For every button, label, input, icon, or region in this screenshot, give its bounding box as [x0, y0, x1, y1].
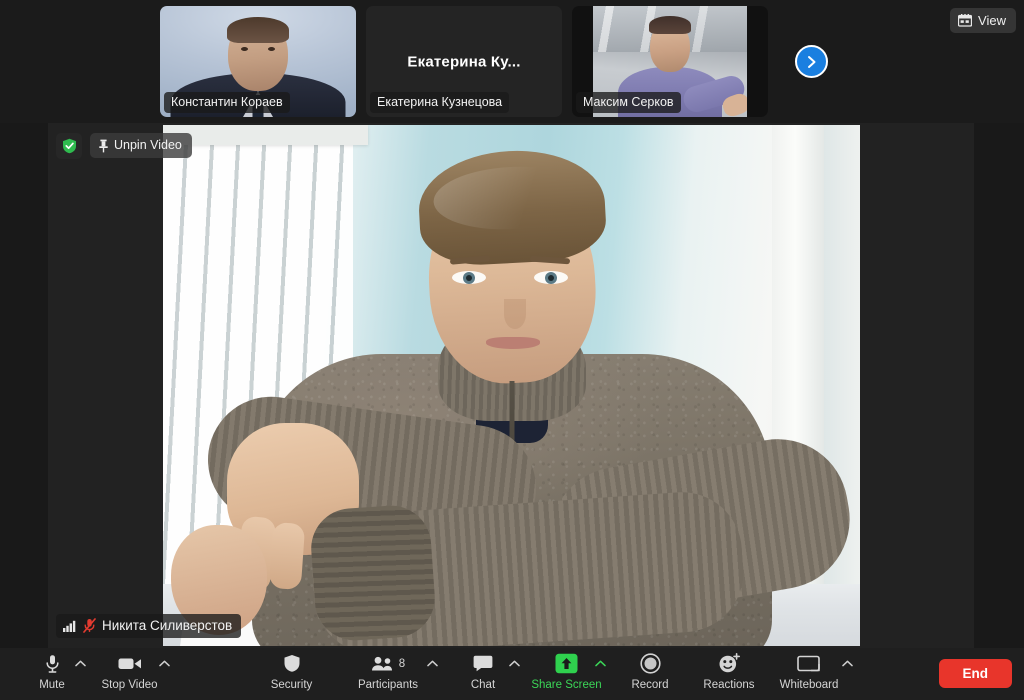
video-camera-icon: [118, 651, 142, 676]
record-icon: [639, 651, 661, 676]
participant-filmstrip: Константин Кораев Екатерина Ку... Екатер…: [0, 0, 1024, 123]
thumbnail-name-3: Максим Серков: [576, 92, 681, 113]
reactions-button[interactable]: Reactions: [698, 651, 760, 697]
reactions-icon: [718, 651, 741, 676]
whiteboard-label: Whiteboard: [779, 679, 839, 691]
thumbnail-name-1: Константин Кораев: [164, 92, 290, 113]
thumbnail-name-2: Екатерина Кузнецова: [370, 92, 510, 113]
view-button[interactable]: View: [950, 8, 1016, 33]
active-speaker-nameplate: Никита Силиверстов: [56, 614, 242, 638]
participants-label: Participants: [357, 679, 419, 691]
grid-view-icon: [958, 14, 973, 27]
chevron-up-icon: [841, 660, 853, 667]
mute-label: Mute: [39, 679, 65, 691]
security-label: Security: [270, 679, 313, 691]
stop-video-label: Stop Video: [101, 679, 158, 691]
chat-bubble-icon: [473, 651, 493, 676]
whiteboard-options-caret[interactable]: [840, 656, 854, 670]
mute-button[interactable]: Mute: [30, 651, 74, 697]
mute-options-caret[interactable]: [73, 656, 87, 670]
reactions-label: Reactions: [703, 679, 755, 691]
chevron-up-icon: [426, 660, 438, 667]
chevron-up-icon: [594, 660, 606, 667]
signal-bars-icon: [63, 620, 77, 632]
unpin-video-button[interactable]: Unpin Video: [90, 133, 192, 158]
active-speaker-video[interactable]: [163, 125, 860, 646]
filmstrip-next-button[interactable]: [795, 45, 828, 78]
active-speaker-name: Никита Силиверстов: [102, 618, 233, 633]
chevron-up-icon: [74, 660, 86, 667]
meeting-toolbar: Mute Stop Video Security 8 Participants …: [0, 648, 1024, 700]
thumbnail-participant-1[interactable]: Константин Кораев: [160, 6, 356, 117]
view-button-label: View: [978, 13, 1006, 28]
security-shield-badge[interactable]: [56, 133, 82, 159]
share-screen-options-caret[interactable]: [593, 656, 607, 670]
participants-count: 8: [398, 657, 406, 670]
chevron-up-icon: [508, 660, 520, 667]
stop-video-button[interactable]: Stop Video: [97, 651, 162, 697]
end-meeting-button[interactable]: End: [938, 659, 1012, 688]
participants-button[interactable]: 8 Participants: [352, 651, 424, 697]
thumbnail-placeholder-name-2: Екатерина Ку...: [407, 53, 521, 70]
shield-icon: [283, 651, 301, 676]
chat-button[interactable]: Chat: [463, 651, 503, 697]
main-stage: Unpin Video Никита Силиверстов: [48, 123, 974, 648]
video-options-caret[interactable]: [157, 656, 171, 670]
whiteboard-icon: [797, 651, 821, 676]
microphone-muted-icon: [83, 618, 96, 633]
chat-options-caret[interactable]: [507, 656, 521, 670]
share-screen-label: Share Screen: [531, 679, 602, 691]
chevron-up-icon: [158, 660, 170, 667]
thumbnail-participant-2[interactable]: Екатерина Ку... Екатерина Кузнецова: [366, 6, 562, 117]
people-icon: 8: [371, 651, 405, 676]
share-screen-icon: [554, 651, 579, 676]
chevron-right-icon: [805, 55, 818, 69]
security-button[interactable]: Security: [261, 651, 322, 697]
shield-check-icon: [62, 138, 77, 154]
zoom-meeting-window: Константин Кораев Екатерина Ку... Екатер…: [0, 0, 1024, 700]
record-button[interactable]: Record: [626, 651, 674, 697]
pin-icon: [98, 139, 109, 153]
unpin-video-label: Unpin Video: [114, 138, 182, 152]
whiteboard-button[interactable]: Whiteboard: [774, 651, 844, 697]
thumbnail-participant-3[interactable]: Максим Серков: [572, 6, 768, 117]
participants-options-caret[interactable]: [425, 656, 439, 670]
chat-label: Chat: [470, 679, 496, 691]
microphone-icon: [45, 651, 60, 676]
record-label: Record: [631, 679, 669, 691]
